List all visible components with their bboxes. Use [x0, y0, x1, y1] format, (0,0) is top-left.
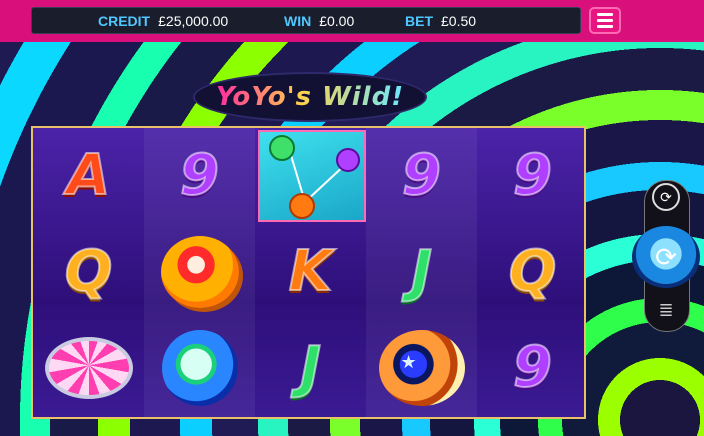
reel-grid: A Q 9 K J 9 J ★ 9 Q 9 [31, 126, 586, 419]
bet-coins-button[interactable]: ≣ [652, 295, 680, 325]
credit-value: £25,000.00 [158, 12, 229, 29]
symbol-9: 9 [401, 143, 442, 208]
autoplay-button[interactable]: ⟳ [652, 183, 680, 211]
bet-label: BET [405, 12, 433, 29]
credit-label: CREDIT [98, 12, 151, 29]
reel-4: 9 J ★ [366, 128, 477, 417]
star-yoyo-symbol: ★ [366, 320, 477, 416]
win-display: WIN £0.00 [284, 13, 354, 29]
symbol-a: A [66, 143, 111, 208]
star-icon: ★ [400, 352, 417, 372]
wild-yoyo-symbol [258, 130, 366, 222]
red-yoyo-symbol [144, 224, 255, 320]
coin-stack-icon: ≣ [658, 299, 674, 320]
win-value: £0.00 [319, 12, 355, 29]
spin-icon: ⟳ [655, 241, 677, 272]
symbol-k: K [288, 239, 333, 304]
symbol-q: Q [64, 239, 114, 304]
balance-bar: CREDIT £25,000.00 WIN £0.00 BET £0.50 [31, 7, 581, 34]
win-label: WIN [284, 12, 312, 29]
credit-display: CREDIT £25,000.00 [98, 13, 228, 29]
symbol-9: 9 [179, 143, 220, 208]
symbol-9: 9 [512, 335, 553, 400]
game-logo: YoYo's Wild! [193, 72, 427, 122]
star-yoyo-icon: ★ [378, 330, 465, 406]
symbol-9: 9 [512, 143, 553, 208]
wild-yoyo-icon [269, 135, 360, 219]
top-bar: CREDIT £25,000.00 WIN £0.00 BET £0.50 [0, 0, 704, 42]
symbol-j: J [410, 239, 433, 304]
symbol-q: Q [508, 239, 558, 304]
bet-value: £0.50 [441, 12, 477, 29]
red-yoyo-icon [160, 236, 239, 308]
bet-display: BET £0.50 [405, 13, 476, 29]
reel-1: A Q [33, 128, 144, 417]
blue-yoyo-icon [161, 330, 238, 406]
autoplay-icon: ⟳ [660, 188, 672, 205]
spin-button[interactable]: ⟳ [632, 226, 700, 288]
candy-yoyo-icon [44, 337, 133, 399]
hamburger-menu-icon [597, 13, 613, 16]
reel-2: 9 [144, 128, 255, 417]
menu-button[interactable] [589, 7, 621, 34]
blue-yoyo-symbol [144, 320, 255, 416]
logo-title: YoYo's Wild! [215, 82, 405, 112]
reel-5: 9 Q 9 [477, 128, 588, 417]
symbol-j: J [299, 335, 322, 400]
candy-yoyo-symbol [33, 320, 144, 416]
